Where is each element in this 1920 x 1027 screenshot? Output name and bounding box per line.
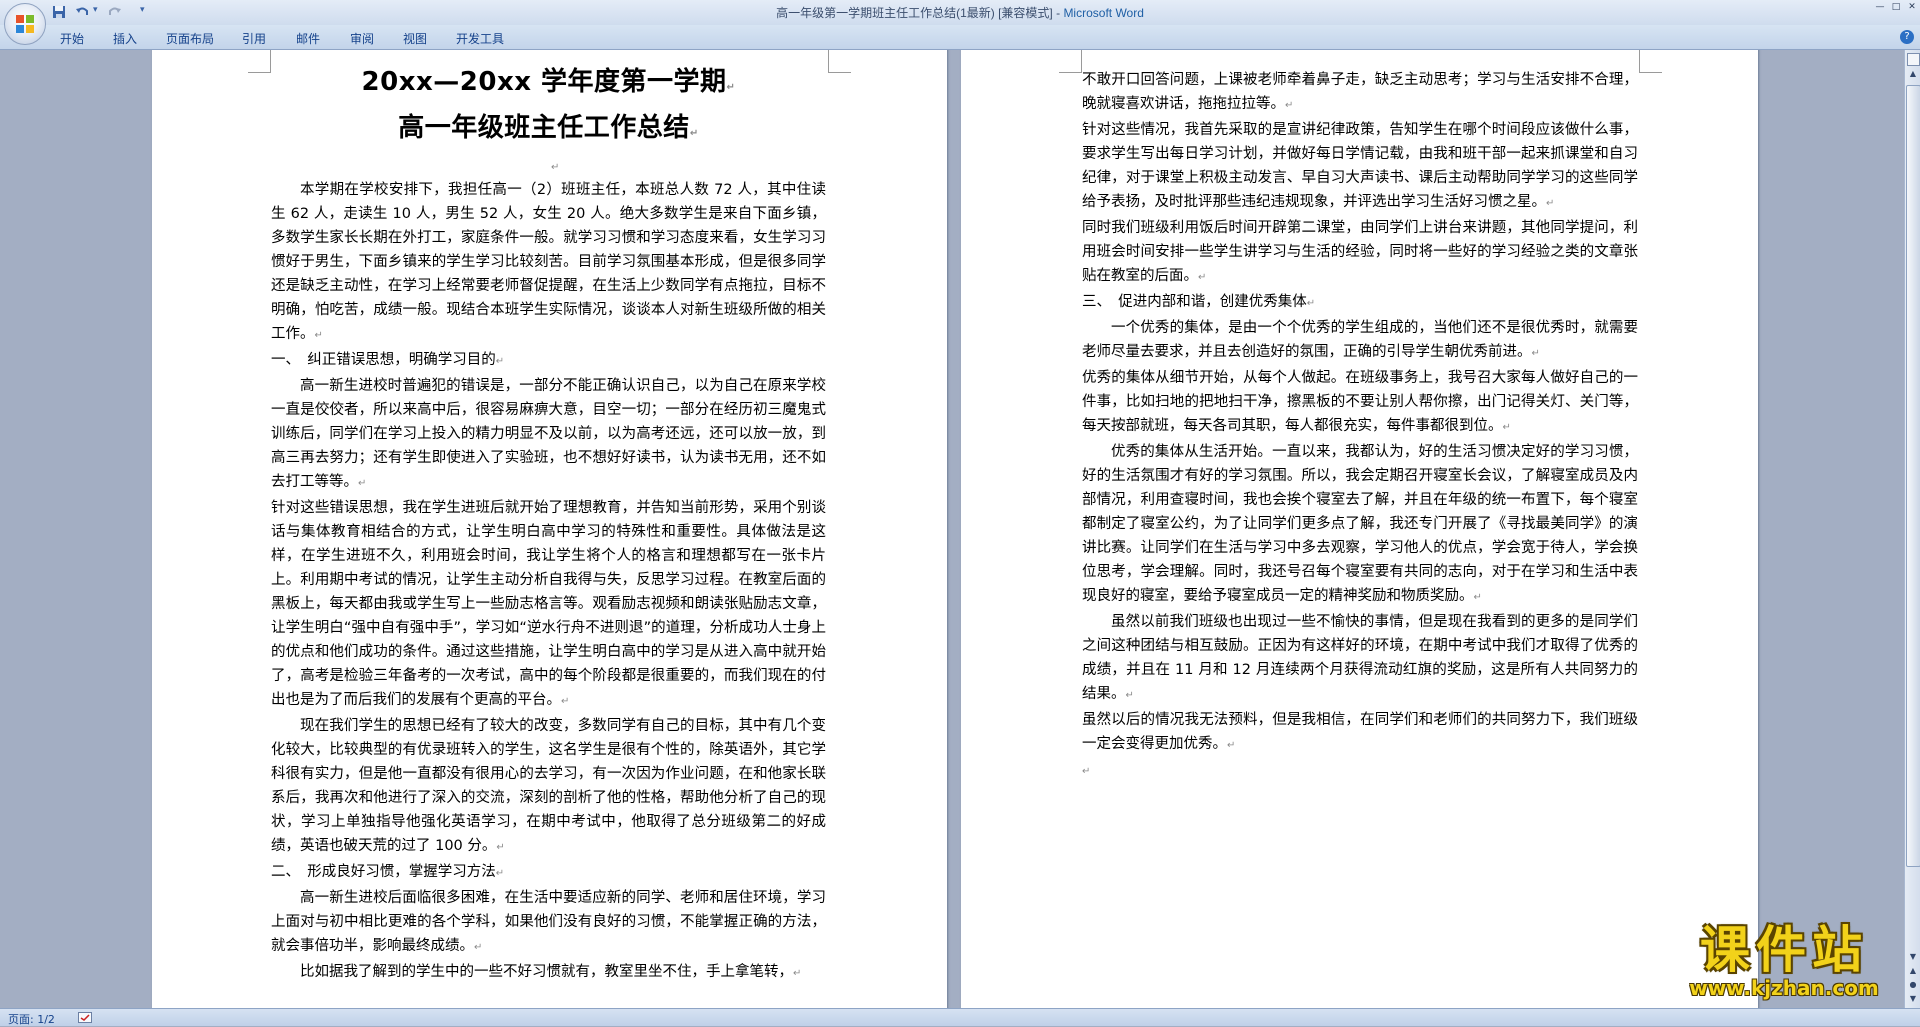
paragraph-mark: ↵ <box>474 942 483 953</box>
title-bar: ▾ ▾ 高一年级第一学期班主任工作总结(1最新) [兼容模式] - Micros… <box>0 0 1920 45</box>
document-title-line-2: 高一年级班主任工作总结↵ <box>398 113 699 143</box>
minimize-button[interactable]: — <box>1872 2 1888 14</box>
paragraph-text: 二、 形成良好习惯，掌握学习方法 <box>271 864 496 880</box>
paragraph-text: 高一新生进校时普遍犯的错误是，一部分不能正确认识自己，以为自己在原来学校一直是佼… <box>271 378 826 490</box>
paragraph: 针对这些错误思想，我在学生进班后就开始了理想教育，并告知当前形势，采用个别谈话与… <box>271 496 826 714</box>
paragraph-mark: ↵ <box>495 356 505 367</box>
margin-marker <box>1639 50 1662 73</box>
watermark-title: 课件站 <box>1700 921 1868 979</box>
paragraph-text: 比如据我了解到的学生中的一些不好习惯就有，教室里坐不住，手上拿笔转， <box>300 964 793 980</box>
tab-review[interactable]: 审阅 <box>350 30 374 47</box>
paragraph-text: 一个优秀的集体，是由一个个优秀的学生组成的，当他们还不是很优秀时，就需要老师尽量… <box>1082 320 1638 360</box>
office-button[interactable] <box>4 3 46 45</box>
watermark-url: www.kjzhan.com <box>1689 976 1879 1000</box>
tab-page-layout[interactable]: 页面布局 <box>166 30 214 47</box>
paragraph-mark: ↵ <box>561 696 570 707</box>
paragraph-mark: ↵ <box>793 968 802 979</box>
tab-view[interactable]: 视图 <box>403 30 427 47</box>
paragraph-mark: ↵ <box>1531 348 1540 359</box>
close-button[interactable]: ✕ <box>1904 2 1920 14</box>
paragraph-mark: ↵ <box>496 842 505 853</box>
paragraph-text: 不敢开口回答问题，上课被老师牵着鼻子走，缺乏主动思考；学习与生活安排不合理，晚就… <box>1082 72 1638 112</box>
app-name: Microsoft Word <box>1063 6 1144 20</box>
paragraph-mark: ↵ <box>358 478 367 489</box>
paragraph-mark: ↵ <box>1125 690 1134 701</box>
scroll-thumb[interactable] <box>1906 85 1920 867</box>
watermark-logo: 课件站 www.kjzhan.com <box>1668 922 1900 1002</box>
paragraph-text: 高一新生进校后面临很多困难，在生活中要适应新的同学、老师和居住环境，学习上面对与… <box>271 890 826 954</box>
paragraph-mark: ↵ <box>314 330 323 341</box>
paragraph: 三、 促进内部和谐，创建优秀集体↵ <box>1082 290 1638 316</box>
paragraph-mark: ↵ <box>495 868 505 879</box>
page-2-text[interactable]: 不敢开口回答问题，上课被老师牵着鼻子走，缺乏主动思考；学习与生活安排不合理，晚就… <box>1082 68 1638 782</box>
paragraph-mark: ↵ <box>1198 272 1207 283</box>
paragraph-mark: ↵ <box>1285 100 1294 111</box>
paragraph: 针对这些情况，我首先采取的是宣讲纪律政策，告知学生在哪个时间段应该做什么事，要求… <box>1082 118 1638 216</box>
paragraph-text: 优秀的集体从细节开始，从每个人做起。在班级事务上，我号召大家每人做好自己的一件事… <box>1082 370 1638 434</box>
paragraph-text: 优秀的集体从生活开始。一直以来，我都认为，好的生活习惯决定好的学习习惯，好的生活… <box>1082 444 1638 604</box>
tab-references[interactable]: 引用 <box>242 30 266 47</box>
tab-insert[interactable]: 插入 <box>113 30 137 47</box>
tab-mailings[interactable]: 邮件 <box>296 30 320 47</box>
paragraph: 一个优秀的集体，是由一个个优秀的学生组成的，当他们还不是很优秀时，就需要老师尽量… <box>1082 316 1638 366</box>
maximize-button[interactable]: □ <box>1888 2 1904 14</box>
document-name: 高一年级第一学期班主任工作总结(1最新) [兼容模式] - <box>776 6 1064 20</box>
paragraph: 虽然以后的情况我无法预料，但是我相信，在同学们和老师们的共同努力下，我们班级一定… <box>1082 708 1638 758</box>
paragraph-text: 现在我们学生的思想已经有了较大的改变，多数同学有自己的目标，其中有几个变化较大，… <box>271 718 826 854</box>
paragraph-text: 三、 促进内部和谐，创建优秀集体 <box>1082 294 1307 310</box>
document-page-2[interactable]: 不敢开口回答问题，上课被老师牵着鼻子走，缺乏主动思考；学习与生活安排不合理，晚就… <box>961 50 1758 1008</box>
status-bar: 页面: 1/2 <box>0 1008 1920 1026</box>
empty-paragraph: ↵ <box>551 162 560 173</box>
paragraph-text: 一、 纠正错误思想，明确学习目的 <box>271 352 496 368</box>
paragraph-text: 针对这些情况，我首先采取的是宣讲纪律政策，告知学生在哪个时间段应该做什么事，要求… <box>1082 122 1638 210</box>
window-title: 高一年级第一学期班主任工作总结(1最新) [兼容模式] - Microsoft … <box>0 4 1920 21</box>
page-2-paragraphs: 不敢开口回答问题，上课被老师牵着鼻子走，缺乏主动思考；学习与生活安排不合理，晚就… <box>1082 68 1638 758</box>
document-page-1[interactable]: 20xx—20xx 学年度第一学期↵ 高一年级班主任工作总结↵ ↵ 本学期在学校… <box>152 50 947 1008</box>
paragraph: 虽然以前我们班级也出现过一些不愉快的事情，但是现在我看到的更多的是同学们之间这种… <box>1082 610 1638 708</box>
margin-marker <box>1059 50 1082 73</box>
paragraph-mark: ↵ <box>1473 592 1482 603</box>
paragraph: 优秀的集体从细节开始，从每个人做起。在班级事务上，我号召大家每人做好自己的一件事… <box>1082 366 1638 440</box>
empty-paragraph: ↵ <box>1082 766 1091 777</box>
select-browse-object-icon[interactable]: ● <box>1905 978 1920 992</box>
paragraph: 一、 纠正错误思想，明确学习目的↵ <box>271 348 826 374</box>
page-1-text[interactable]: 20xx—20xx 学年度第一学期↵ 高一年级班主任工作总结↵ ↵ 本学期在学校… <box>271 62 826 986</box>
ribbon-tabs: 开始 插入 页面布局 引用 邮件 审阅 视图 开发工具 ? <box>0 25 1920 50</box>
paragraph-text: 虽然以后的情况我无法预料，但是我相信，在同学们和老师们的共同努力下，我们班级一定… <box>1082 712 1638 752</box>
proofing-icon[interactable] <box>78 1012 92 1023</box>
tab-developer[interactable]: 开发工具 <box>456 30 504 47</box>
help-icon[interactable]: ? <box>1900 30 1914 44</box>
paragraph-text: 本学期在学校安排下，我担任高一（2）班班主任，本班总人数 72 人，其中住读生 … <box>271 182 826 342</box>
paragraph: 现在我们学生的思想已经有了较大的改变，多数同学有自己的目标，其中有几个变化较大，… <box>271 714 826 860</box>
office-logo-icon <box>16 15 34 33</box>
paragraph: 不敢开口回答问题，上课被老师牵着鼻子走，缺乏主动思考；学习与生活安排不合理，晚就… <box>1082 68 1638 118</box>
scroll-up-icon[interactable]: ▲ <box>1905 66 1920 82</box>
paragraph-mark: ↵ <box>1306 298 1316 309</box>
paragraph: 同时我们班级利用饭后时间开辟第二课堂，由同学们上讲台来讲题，其他同学提问，利用班… <box>1082 216 1638 290</box>
paragraph-text: 同时我们班级利用饭后时间开辟第二课堂，由同学们上讲台来讲题，其他同学提问，利用班… <box>1082 220 1638 284</box>
document-workspace: 20xx—20xx 学年度第一学期↵ 高一年级班主任工作总结↵ ↵ 本学期在学校… <box>0 50 1904 1008</box>
paragraph: 本学期在学校安排下，我担任高一（2）班班主任，本班总人数 72 人，其中住读生 … <box>271 178 826 348</box>
paragraph-text: 虽然以前我们班级也出现过一些不愉快的事情，但是现在我看到的更多的是同学们之间这种… <box>1082 614 1638 702</box>
paragraph-mark: ↵ <box>1546 198 1555 209</box>
paragraph-text: 针对这些错误思想，我在学生进班后就开始了理想教育，并告知当前形势，采用个别谈话与… <box>271 500 826 708</box>
view-ruler-icon[interactable] <box>1907 53 1920 66</box>
scroll-down-icon[interactable]: ▼ <box>1905 950 1920 964</box>
paragraph: 优秀的集体从生活开始。一直以来，我都认为，好的生活习惯决定好的学习习惯，好的生活… <box>1082 440 1638 610</box>
paragraph-mark: ↵ <box>1227 740 1236 751</box>
previous-page-icon[interactable]: ▲ <box>1905 964 1920 978</box>
page-1-paragraphs: 本学期在学校安排下，我担任高一（2）班班主任，本班总人数 72 人，其中住读生 … <box>271 178 826 986</box>
paragraph: 高一新生进校后面临很多困难，在生活中要适应新的同学、老师和居住环境，学习上面对与… <box>271 886 826 960</box>
paragraph-mark: ↵ <box>1502 422 1511 433</box>
document-title-line-1: 20xx—20xx 学年度第一学期↵ <box>361 67 736 97</box>
paragraph: 高一新生进校时普遍犯的错误是，一部分不能正确认识自己，以为自己在原来学校一直是佼… <box>271 374 826 496</box>
paragraph: 比如据我了解到的学生中的一些不好习惯就有，教室里坐不住，手上拿笔转，↵ <box>271 960 826 986</box>
next-page-icon[interactable]: ▼ <box>1905 992 1920 1006</box>
paragraph: 二、 形成良好习惯，掌握学习方法↵ <box>271 860 826 886</box>
vertical-scrollbar[interactable]: ▲ ▼ ▲ ● ▼ <box>1904 50 1920 1008</box>
margin-marker <box>828 50 851 73</box>
margin-marker <box>248 50 271 73</box>
tab-home[interactable]: 开始 <box>60 30 84 47</box>
